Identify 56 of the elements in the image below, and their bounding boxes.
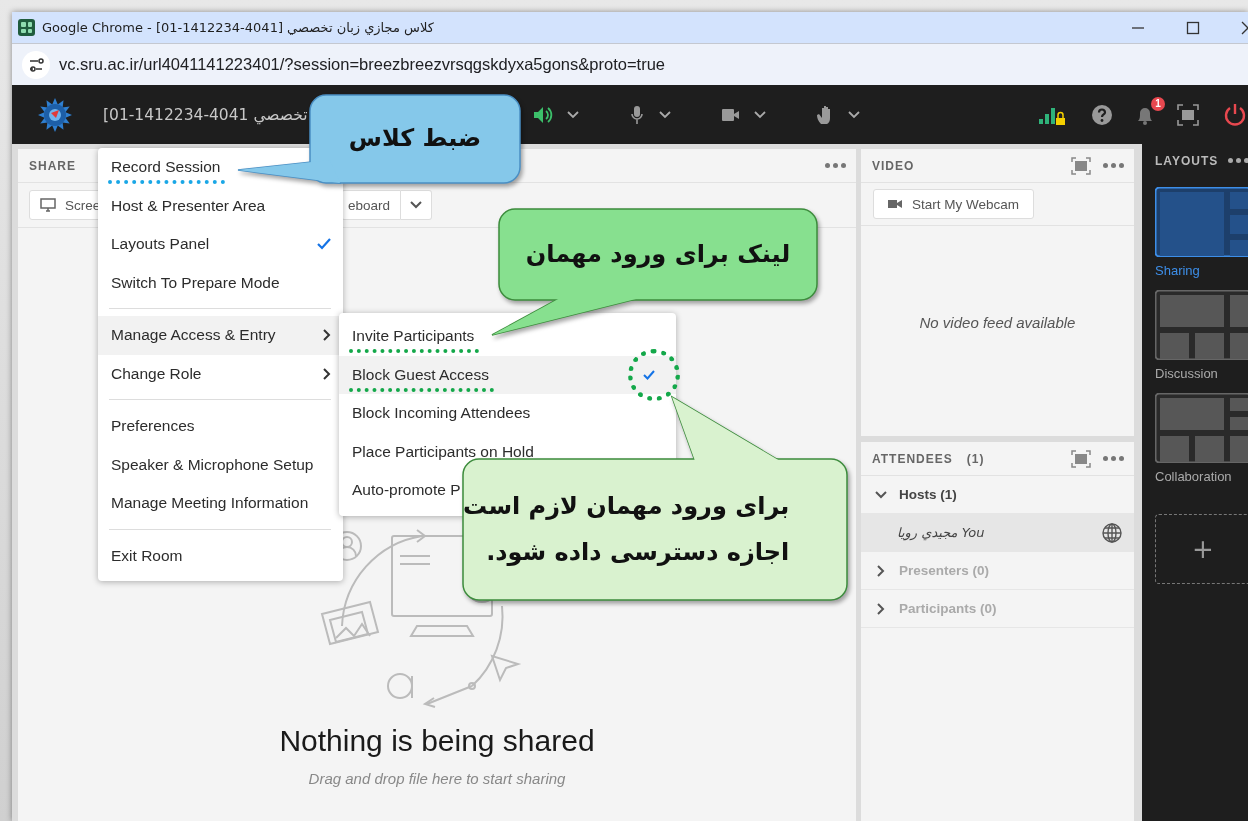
menu-item[interactable]: Exit Room: [98, 536, 343, 575]
layout-thumbnail[interactable]: [1155, 290, 1248, 360]
menu-item[interactable]: Block Guest Access: [339, 355, 676, 394]
attendee-name: مجيدي رويا You: [897, 525, 985, 540]
camera-icon: [888, 199, 902, 209]
chevron-down-icon: [409, 200, 424, 210]
fullscreen-icon[interactable]: [1071, 156, 1091, 175]
window-title: Google Chrome - [01-1412234-4041] كلاس مجازي زبان تخصصي: [42, 20, 434, 35]
menu-item[interactable]: Speaker & Microphone Setup: [98, 445, 343, 484]
layout-thumbnail[interactable]: [1155, 187, 1248, 257]
layout-name: Discussion: [1155, 366, 1219, 381]
no-video-message: No video feed available: [919, 314, 1076, 333]
menu-item[interactable]: Layouts Panel: [98, 225, 343, 264]
panel-title: LAYOUTS: [1155, 153, 1219, 168]
attendee-group[interactable]: Hosts (1): [899, 487, 957, 502]
help-icon[interactable]: [1091, 103, 1113, 126]
layout-name: Sharing: [1155, 263, 1201, 278]
add-layout-button[interactable]: +: [1155, 514, 1248, 584]
site-settings-icon[interactable]: [22, 50, 50, 79]
chevron-right-icon: [323, 329, 331, 342]
callout-text: لینک برای ورود مهمان: [525, 238, 791, 270]
empty-state-hint: Drag and drop file here to start sharing: [308, 770, 566, 787]
notification-badge: 1: [1151, 96, 1165, 111]
menu-item[interactable]: Manage Meeting Information: [98, 484, 343, 523]
maximize-icon[interactable]: [1186, 20, 1200, 35]
speaker-icon[interactable]: [533, 104, 553, 125]
globe-icon: [1102, 522, 1122, 543]
meeting-title: [01-1412234-4041 تخصصي: [103, 105, 308, 124]
microphone-icon[interactable]: [629, 104, 645, 125]
share-dropdown-button[interactable]: [401, 190, 433, 220]
chevron-down-icon[interactable]: [848, 110, 860, 119]
chevron-down-icon[interactable]: [754, 110, 766, 119]
layout-thumbnail[interactable]: [1155, 393, 1248, 463]
power-icon[interactable]: [1223, 102, 1247, 127]
monitor-icon: [40, 198, 56, 212]
callout-text: ضبط کلاس: [348, 123, 482, 155]
start-webcam-button[interactable]: Start My Webcam: [873, 189, 1035, 219]
attendee-row[interactable]: مجيدي رويا You: [861, 514, 1134, 552]
layout-name: Collaboration: [1155, 469, 1233, 484]
chevron-down-icon[interactable]: [875, 488, 887, 501]
app-icon: [18, 19, 35, 36]
pod-title: ATTENDEES: [872, 451, 953, 466]
whiteboard-button[interactable]: eboard: [341, 190, 402, 220]
pod-title: VIDEO: [872, 158, 915, 173]
empty-state-title: Nothing is being shared: [279, 724, 595, 758]
attendee-count: (1): [966, 451, 985, 466]
camera-icon[interactable]: [721, 107, 740, 122]
logo-icon: [37, 96, 73, 133]
chevron-right-icon: [323, 367, 331, 380]
fullscreen-icon[interactable]: [1071, 449, 1091, 468]
callout-text: برای ورود مهمان لازم است اجازه دسترسی داده شود.: [463, 490, 790, 568]
chevron-down-icon[interactable]: [659, 110, 671, 119]
menu-item[interactable]: Switch To Prepare Mode: [98, 263, 343, 302]
pod-title: SHARE: [29, 158, 76, 173]
chevron-down-icon[interactable]: [567, 110, 579, 119]
fullscreen-icon[interactable]: [1177, 103, 1199, 126]
